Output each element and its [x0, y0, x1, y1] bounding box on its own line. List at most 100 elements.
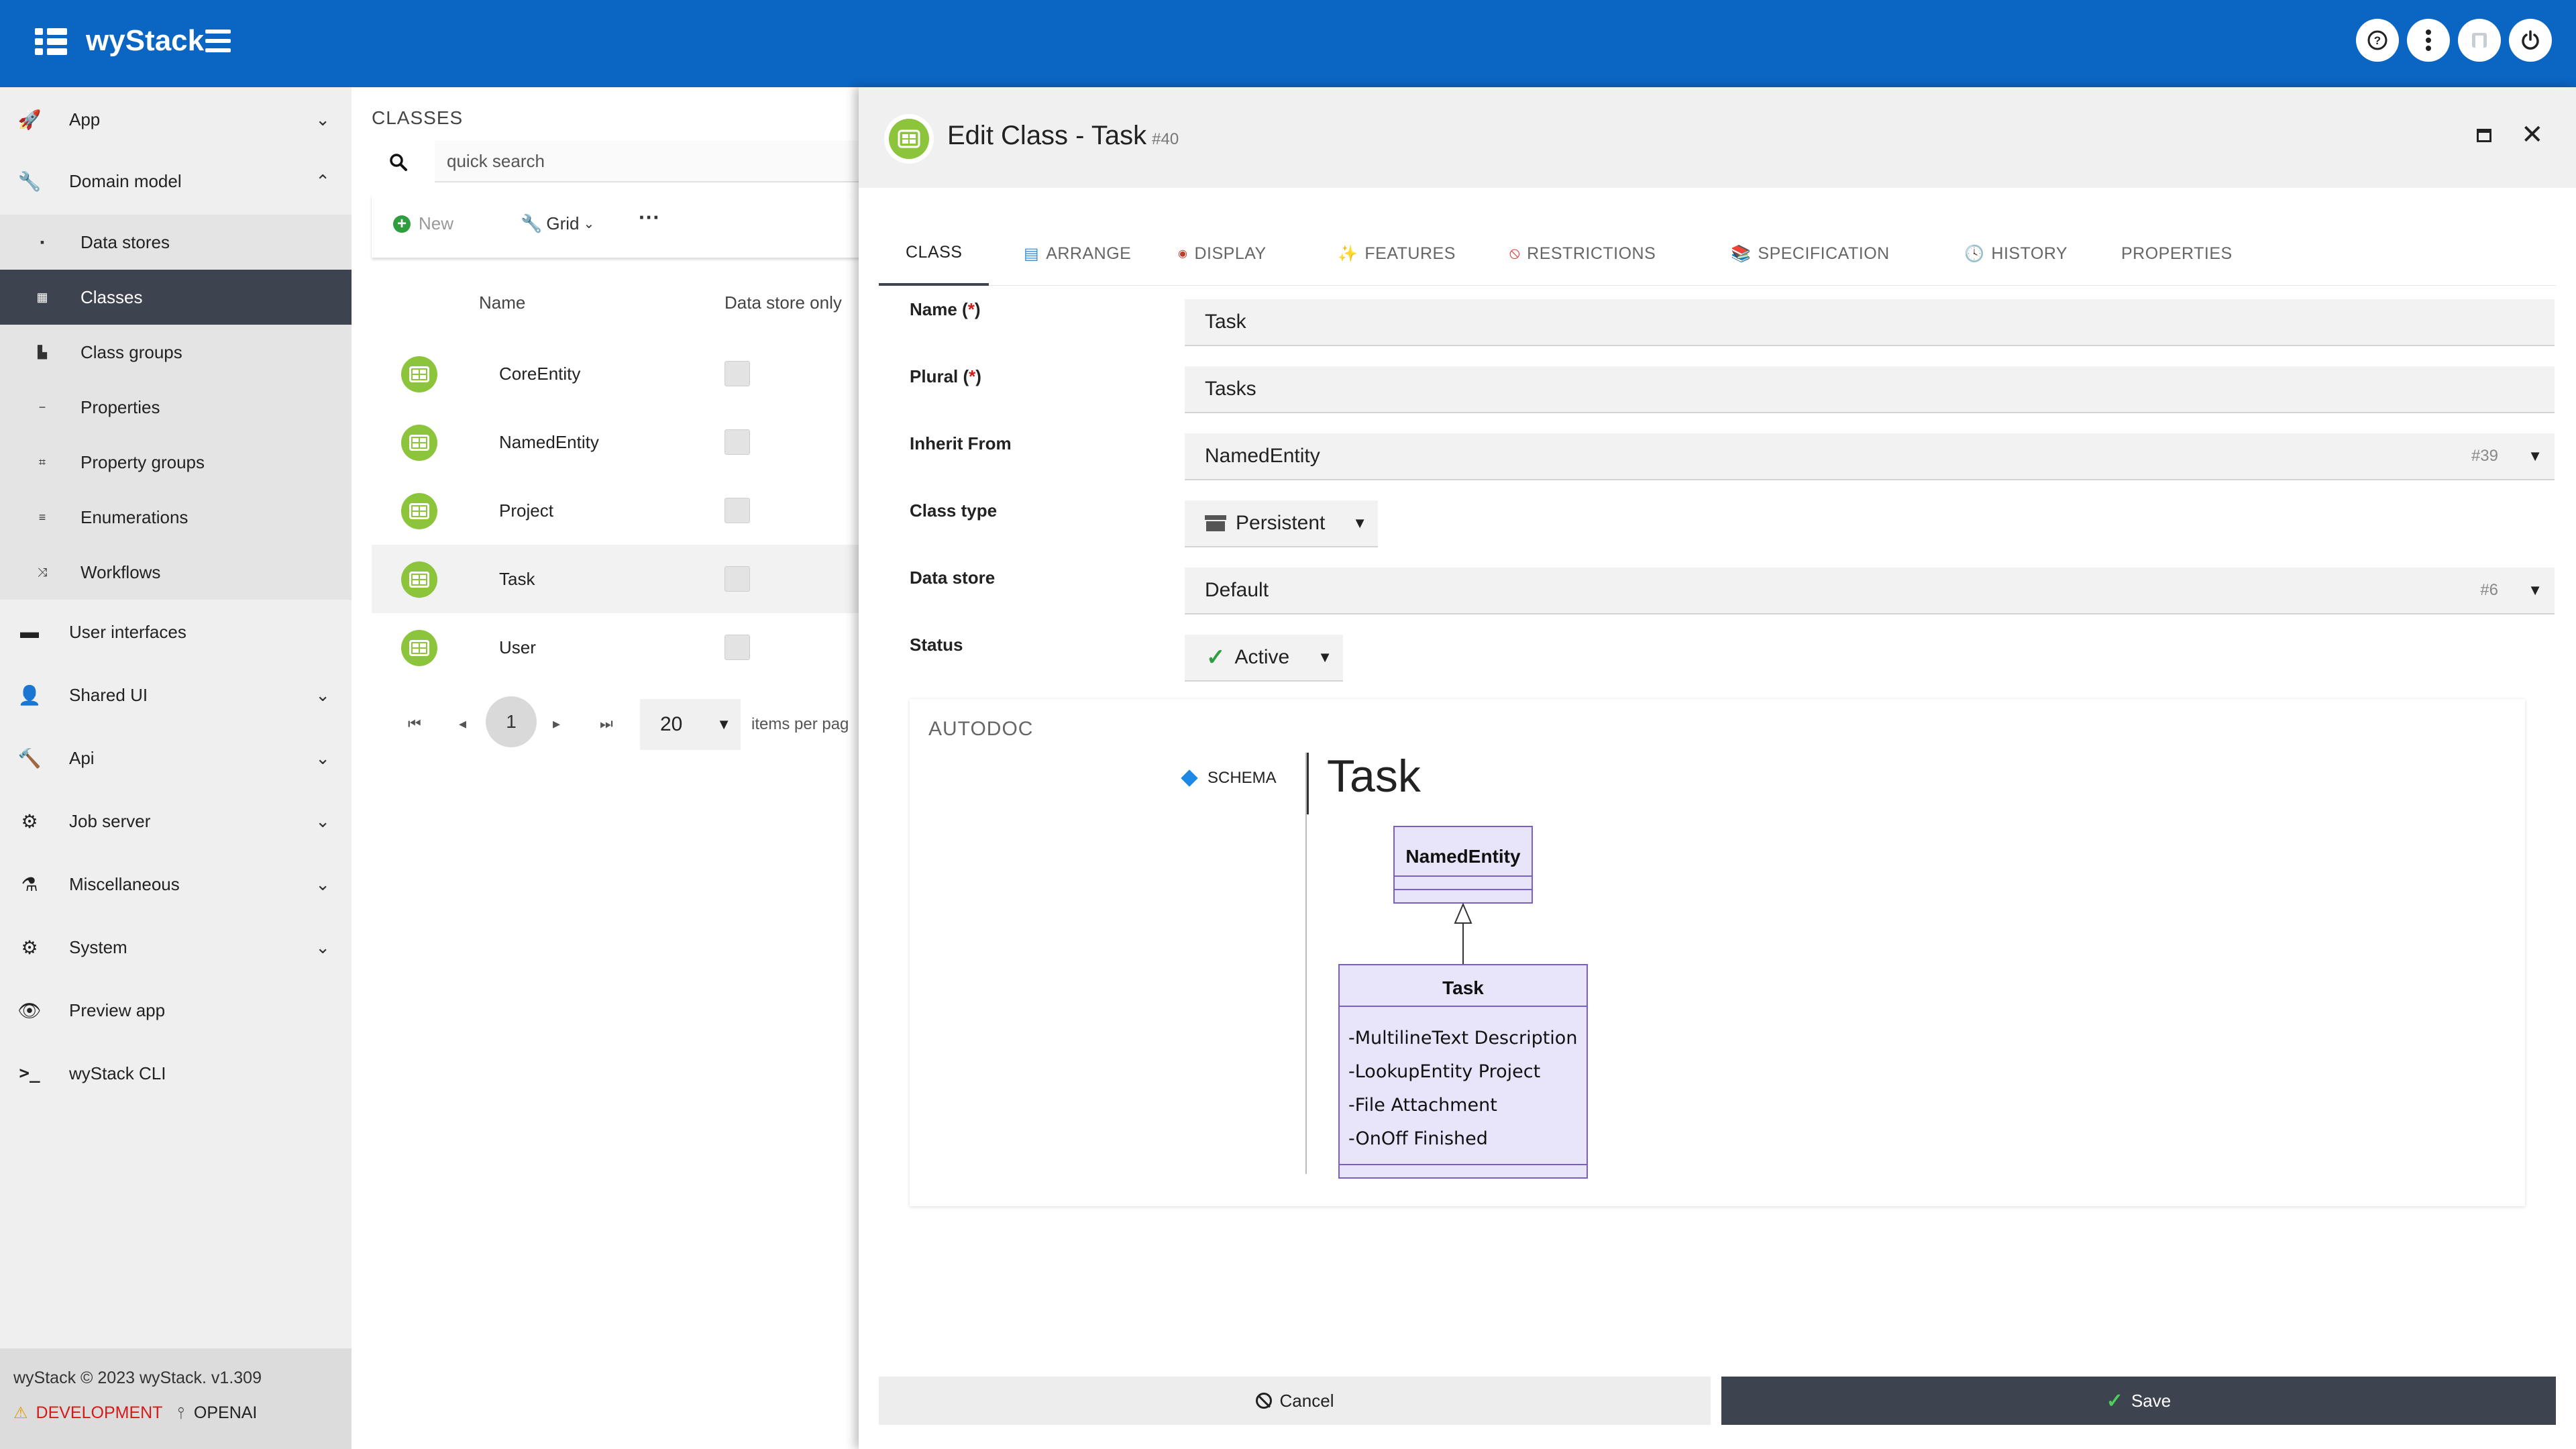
items-per-page-label: items per pag [751, 715, 849, 733]
brand-title: wyStack [86, 24, 205, 57]
window-icon: ▬ [20, 621, 39, 642]
last-page-icon[interactable]: ⏭ [600, 715, 613, 733]
class-type-select[interactable]: Persistent ▼ [1185, 500, 1378, 547]
sidebar-item-label: Shared UI [69, 684, 148, 705]
first-page-icon[interactable]: ⏮ [408, 715, 421, 733]
table-row[interactable]: User [372, 613, 861, 682]
close-icon[interactable]: ✕ [2521, 119, 2544, 150]
tab-history[interactable]: 🕓 HISTORY [1964, 221, 2068, 286]
wrench-icon: 🔧 [17, 170, 42, 192]
dropdown-arrow-icon: ▼ [1352, 515, 1367, 531]
power-icon[interactable] [2509, 19, 2552, 62]
sidebar-item-label: Api [69, 747, 95, 768]
table-row[interactable]: CoreEntity [372, 339, 861, 408]
cancel-button[interactable]: Cancel [879, 1377, 1711, 1425]
items-per-page-select[interactable]: 20 ▼ [640, 699, 741, 750]
sidebar-item-miscellaneous[interactable]: ⚗ Miscellaneous ⌄ [0, 853, 352, 915]
name-field[interactable]: Task [1185, 299, 2555, 346]
tab-features[interactable]: ✨ FEATURES [1338, 221, 1456, 286]
tab-properties[interactable]: PROPERTIES [2121, 221, 2233, 286]
table-row[interactable]: Project [372, 476, 861, 545]
chevron-down-icon: ⌄ [315, 109, 330, 129]
sidebar-subitem-label: Class groups [80, 341, 182, 362]
save-button[interactable]: ✓ Save [1721, 1377, 2556, 1425]
sidebar-item-label: Job server [69, 810, 151, 831]
sidebar-item-shared-ui[interactable]: 👤 Shared UI ⌄ [0, 664, 352, 726]
list-icon: ≡ [38, 510, 46, 524]
maximize-icon[interactable] [2477, 129, 2491, 142]
class-icon [401, 561, 437, 598]
class-icon [401, 493, 437, 529]
help-icon[interactable]: ? [2356, 19, 2399, 62]
sidebar-item-user-interfaces[interactable]: ▬ User interfaces [0, 601, 352, 663]
tab-label: SPECIFICATION [1758, 244, 1890, 263]
current-page-button[interactable]: 1 [486, 696, 537, 747]
edit-class-dialog: Edit Class - Task #40 ✕ CLASS ▤ ARRANGE ◉ D… [859, 87, 2576, 1449]
plural-field[interactable]: Tasks [1185, 366, 2555, 413]
tab-label: HISTORY [1991, 244, 2068, 263]
grid-view-button[interactable]: 🔧 Grid ⌄ [521, 213, 594, 234]
table-row[interactable]: Task [372, 545, 861, 613]
arrange-icon: ▤ [1024, 244, 1040, 263]
column-header-data-store-only[interactable]: Data store only [724, 292, 842, 313]
inherit-from-select[interactable]: NamedEntity #39 ▼ [1185, 433, 2555, 480]
minus-icon: − [38, 400, 46, 414]
chevron-down-icon: ⌄ [583, 217, 595, 231]
more-vert-icon[interactable] [2407, 19, 2450, 62]
chevron-down-icon: ⌄ [315, 873, 330, 894]
row-name: Project [499, 500, 553, 521]
sidebar-subitem-class-groups[interactable]: ▙ Class groups [0, 325, 352, 380]
tab-arrange[interactable]: ▤ ARRANGE [1024, 221, 1131, 286]
status-select[interactable]: ✓ Active ▼ [1185, 635, 1343, 682]
sidebar-item-system[interactable]: ⚙ System ⌄ [0, 916, 352, 978]
quick-search-input[interactable] [435, 141, 864, 182]
dropdown-arrow-icon: ▼ [2528, 447, 2542, 464]
data-store-only-checkbox [724, 498, 750, 523]
tab-restrictions[interactable]: ⦸ RESTRICTIONS [1509, 221, 1656, 286]
sidebar-item-job-server[interactable]: ⚙ Job server ⌄ [0, 790, 352, 852]
sidebar-subitem-label: Enumerations [80, 506, 189, 527]
tab-class[interactable]: CLASS [879, 221, 989, 286]
sidebar-item-api[interactable]: 🔨 Api ⌄ [0, 727, 352, 789]
sidebar-subitem-properties[interactable]: − Properties [0, 380, 352, 435]
sidebar-subitem-label: Property groups [80, 451, 205, 472]
class-icon [401, 356, 437, 392]
sidebar-item-preview-app[interactable]: 👁 Preview app [0, 979, 352, 1041]
data-store-select[interactable]: Default #6 ▼ [1185, 568, 2555, 614]
more-options-button[interactable]: ··· [639, 205, 660, 230]
dropdown-arrow-icon: ▼ [2528, 582, 2542, 598]
sidebar-item-wystack-cli[interactable]: >_ wyStack CLI [0, 1042, 352, 1104]
svg-text:?: ? [2374, 34, 2381, 47]
row-name: CoreEntity [499, 364, 581, 384]
ban-icon [1255, 1393, 1272, 1409]
sidebar-subitem-label: Classes [80, 286, 143, 307]
sidebar-item-app[interactable]: 🚀 App ⌄ [0, 89, 352, 150]
top-bar: wyStack ? [0, 0, 2576, 87]
eye-icon: 👁 [17, 1000, 42, 1021]
tab-specification[interactable]: 📚 SPECIFICATION [1731, 221, 1890, 286]
user-icon[interactable] [2458, 19, 2501, 62]
sidebar-subitem-label: Properties [80, 396, 160, 417]
sidebar-subitem-data-stores[interactable]: ▪ Data stores [0, 215, 352, 270]
new-button[interactable]: + New [393, 213, 453, 234]
column-header-name[interactable]: Name [479, 292, 525, 313]
table-row[interactable]: NamedEntity [372, 408, 861, 476]
prev-page-icon[interactable]: ◂ [459, 715, 466, 733]
sidebar-subitem-property-groups[interactable]: ⌗ Property groups [0, 435, 352, 490]
sidebar: 🚀 App ⌄ 🔧 Domain model ⌃ ▪ Data stores ▦… [0, 87, 352, 1449]
chevron-down-icon: ⌄ [315, 810, 330, 831]
app-grid-icon[interactable] [35, 28, 68, 58]
sidebar-item-domain-model[interactable]: 🔧 Domain model ⌃ [0, 150, 352, 212]
dialog-title-text: Edit Class - Task [947, 121, 1147, 150]
sidebar-subitem-enumerations[interactable]: ≡ Enumerations [0, 490, 352, 545]
environment-info: ⚠ DEVELOPMENT ⫯ OPENAI [13, 1403, 257, 1423]
dropdown-arrow-icon: ▼ [1318, 649, 1332, 665]
tab-display[interactable]: ◉ DISPLAY [1178, 221, 1267, 286]
row-name: User [499, 637, 536, 657]
sidebar-subitem-classes[interactable]: ▦ Classes [0, 270, 352, 325]
per-page-value: 20 [660, 713, 683, 735]
sidebar-subitem-workflows[interactable]: ⤨ Workflows [0, 545, 352, 600]
menu-toggle-icon[interactable] [205, 30, 231, 52]
next-page-icon[interactable]: ▸ [553, 715, 560, 733]
warning-icon: ⚠ [13, 1404, 28, 1422]
